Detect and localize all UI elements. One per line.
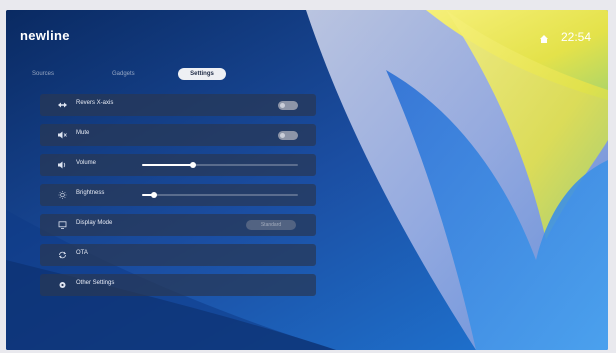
setting-row-revers-x-axis[interactable]: Revers X-axis [40, 94, 316, 116]
wallpaper [6, 10, 608, 350]
desktop-screen: newline 22:54 Sources Gadgets Settings R… [6, 10, 608, 350]
setting-label: OTA [76, 250, 88, 256]
setting-row-other-settings[interactable]: Other Settings [40, 274, 316, 296]
setting-label: Display Mode [76, 220, 113, 226]
setting-label: Mute [76, 130, 90, 136]
arrows-horizontal-icon [58, 102, 67, 108]
setting-label: Volume [76, 160, 97, 166]
slider-thumb[interactable] [190, 162, 196, 168]
setting-row-volume[interactable]: Volume [40, 154, 316, 176]
toggle-knob [280, 133, 285, 138]
slider-fill [142, 164, 193, 166]
revers-x-axis-toggle[interactable] [278, 101, 298, 110]
setting-row-mute[interactable]: Mute [40, 124, 316, 146]
home-icon[interactable] [539, 34, 549, 44]
brightness-slider[interactable] [142, 192, 298, 198]
setting-row-ota[interactable]: OTA [40, 244, 316, 266]
tab-sources[interactable]: Sources [32, 68, 54, 80]
gear-icon [59, 282, 66, 288]
tab-gadgets[interactable]: Gadgets [112, 68, 135, 80]
mute-toggle[interactable] [278, 131, 298, 140]
brand-logo: newline [20, 28, 70, 43]
toggle-knob [280, 103, 285, 108]
setting-label: Revers X-axis [76, 100, 114, 106]
setting-row-display-mode[interactable]: Display Mode Standard [40, 214, 316, 236]
tab-settings[interactable]: Settings [178, 68, 226, 80]
volume-slider[interactable] [142, 162, 298, 168]
setting-label: Brightness [76, 190, 105, 196]
slider-thumb[interactable] [151, 192, 157, 198]
speaker-icon [58, 161, 66, 169]
sync-icon [58, 251, 67, 259]
display-mode-select[interactable]: Standard [246, 220, 296, 230]
sun-icon [58, 191, 67, 199]
clock: 22:54 [561, 30, 592, 44]
setting-row-brightness[interactable]: Brightness [40, 184, 316, 206]
setting-label: Other Settings [76, 280, 115, 286]
monitor-icon [58, 221, 67, 229]
speaker-mute-icon [58, 131, 67, 139]
